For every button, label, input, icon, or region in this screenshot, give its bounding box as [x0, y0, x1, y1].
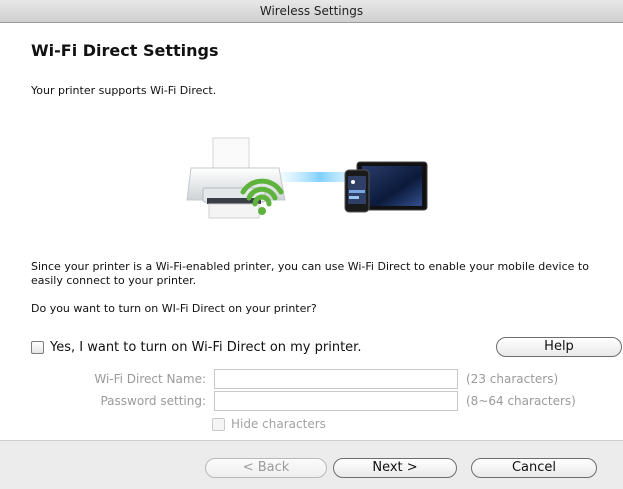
wifi-direct-name-label: Wi-Fi Direct Name:	[94, 372, 206, 386]
intro-text: Your printer supports Wi-Fi Direct.	[31, 84, 217, 97]
enable-checkbox-label: Yes, I want to turn on Wi-Fi Direct on m…	[50, 339, 362, 355]
checkbox-box[interactable]	[31, 340, 44, 354]
hide-characters-label: Hide characters	[231, 417, 326, 431]
window-title-bar: Wireless Settings	[0, 0, 623, 23]
password-setting-hint: (8~64 characters)	[466, 394, 576, 408]
back-button[interactable]: < Back	[205, 458, 327, 478]
description-text: Since your printer is a Wi-Fi-enabled pr…	[31, 260, 589, 287]
password-setting-label: Password setting:	[100, 394, 206, 408]
page-heading: Wi-Fi Direct Settings	[31, 41, 219, 60]
hide-characters-box[interactable]	[212, 417, 225, 431]
cancel-button[interactable]: Cancel	[471, 458, 597, 478]
hide-characters-checkbox[interactable]: Hide characters	[212, 417, 326, 431]
window-title: Wireless Settings	[259, 4, 364, 18]
enable-wifi-direct-checkbox[interactable]: Yes, I want to turn on Wi-Fi Direct on m…	[31, 338, 361, 356]
wifi-direct-illustration	[186, 137, 428, 219]
phone-icon	[344, 169, 370, 213]
next-button[interactable]: Next >	[333, 458, 457, 478]
wifi-direct-name-input[interactable]	[214, 369, 458, 389]
wifi-direct-name-hint: (23 characters)	[466, 372, 559, 386]
password-setting-input[interactable]	[214, 391, 458, 411]
help-button[interactable]: Help	[496, 337, 622, 357]
question-text: Do you want to turn on WI-Fi Direct on y…	[31, 302, 317, 315]
